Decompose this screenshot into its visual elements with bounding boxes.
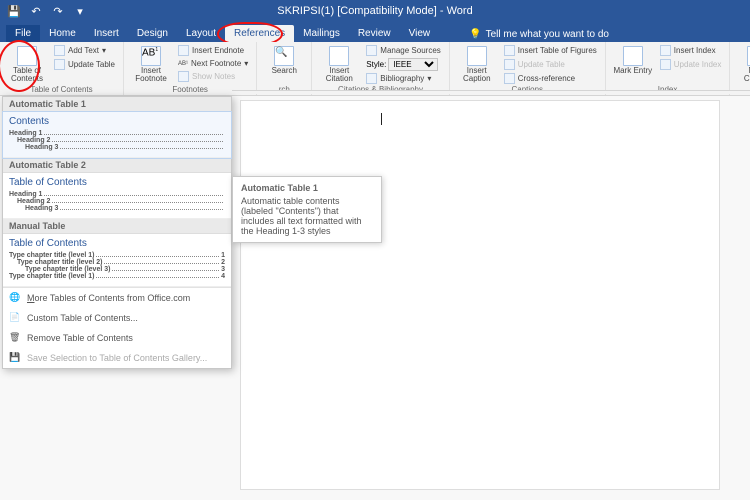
citation-style-select[interactable]: Style: IEEE <box>364 58 442 71</box>
save-icon: 💾 <box>9 352 21 364</box>
tab-mailings[interactable]: Mailings <box>294 25 349 42</box>
ribbon-tabs: File Home Insert Design Layout Reference… <box>0 22 750 42</box>
tab-design[interactable]: Design <box>128 25 177 42</box>
insert-caption-button[interactable]: Insert Caption <box>456 44 498 85</box>
insert-index-button[interactable]: Insert Index <box>658 44 724 57</box>
show-notes-button[interactable]: Show Notes <box>176 70 250 83</box>
cross-reference-button[interactable]: Cross-reference <box>502 72 599 85</box>
qat-customize-icon[interactable]: ▾ <box>72 3 88 19</box>
footnote-icon: AB1 <box>141 46 161 66</box>
document-page[interactable] <box>240 100 720 490</box>
caption-icon <box>467 46 487 66</box>
group-label-toc: Table of Contents <box>6 85 117 95</box>
tooltip: Automatic Table 1 Automatic table conten… <box>232 176 382 243</box>
globe-icon: 🌐 <box>9 292 21 304</box>
bulb-icon: 💡 <box>469 29 481 40</box>
figures-icon <box>504 45 515 56</box>
save-icon[interactable]: 💾 <box>6 3 22 19</box>
gallery-item-auto1[interactable]: Contents Heading 1 Heading 2 Heading 3 <box>3 112 231 158</box>
search-button[interactable]: 🔍 Search <box>263 44 305 75</box>
next-footnote-button[interactable]: AB¹ Next Footnote ▾ <box>176 58 250 69</box>
tab-file[interactable]: File <box>6 25 40 42</box>
manage-sources-button[interactable]: Manage Sources <box>364 44 442 57</box>
update-table-button[interactable]: Update Table <box>52 58 117 71</box>
cross-ref-icon <box>504 73 515 84</box>
bibliography-button[interactable]: Bibliography ▾ <box>364 72 442 85</box>
mark-entry-icon <box>623 46 643 66</box>
quick-access-toolbar: 💾 ↶ ↷ ▾ <box>0 3 94 19</box>
title-bar: 💾 ↶ ↷ ▾ SKRIPSI(1) [Compatibility Mode] … <box>0 0 750 22</box>
update-captions-button[interactable]: Update Table <box>502 58 599 71</box>
window-title: SKRIPSI(1) [Compatibility Mode] - Word <box>277 5 472 17</box>
mark-entry-button[interactable]: Mark Entry <box>612 44 654 75</box>
insert-citation-button[interactable]: Insert Citation <box>318 44 360 85</box>
biblio-icon <box>366 73 377 84</box>
add-text-button[interactable]: Add Text ▾ <box>52 44 117 57</box>
ribbon: Table of Contents Add Text ▾ Update Tabl… <box>0 42 750 96</box>
gallery-item-auto2[interactable]: Table of Contents Heading 1 Heading 2 He… <box>3 173 231 219</box>
preview-title: Table of Contents <box>9 238 225 249</box>
gallery-section-label: Automatic Table 2 <box>3 158 231 173</box>
search-icon: 🔍 <box>274 46 294 66</box>
toc-icon <box>17 46 37 66</box>
update-icon <box>504 59 515 70</box>
insert-footnote-button[interactable]: AB1 Insert Footnote <box>130 44 172 84</box>
text-cursor <box>381 113 382 125</box>
endnote-icon <box>178 45 189 56</box>
table-of-contents-button[interactable]: Table of Contents <box>6 44 48 84</box>
undo-icon[interactable]: ↶ <box>28 3 44 19</box>
gallery-section-label: Automatic Table 1 <box>3 97 231 112</box>
tab-references[interactable]: References <box>225 25 294 42</box>
tab-references-label: References <box>234 28 285 39</box>
gallery-menu: 🌐MMore Tables of Contents from Office.co… <box>3 287 231 368</box>
add-text-icon <box>54 45 65 56</box>
index-icon <box>660 45 671 56</box>
mark-citation-button[interactable]: Mark Citation <box>736 44 750 84</box>
gallery-section-label: Manual Table <box>3 219 231 234</box>
tell-me-label: Tell me what you want to do <box>486 29 609 40</box>
update-icon <box>54 59 65 70</box>
show-notes-icon <box>178 71 189 82</box>
remove-icon: 🗑 <box>9 332 21 344</box>
custom-icon: 📄 <box>9 312 21 324</box>
update-index-button[interactable]: Update Index <box>658 58 724 71</box>
update-icon <box>660 59 671 70</box>
insert-endnote-button[interactable]: Insert Endnote <box>176 44 250 57</box>
remove-toc-menu[interactable]: 🗑Remove Table of Contents <box>3 328 231 348</box>
tab-layout[interactable]: Layout <box>177 25 225 42</box>
custom-toc-menu[interactable]: 📄Custom Table of Contents... <box>3 308 231 328</box>
save-selection-menu: 💾Save Selection to Table of Contents Gal… <box>3 348 231 368</box>
tab-insert[interactable]: Insert <box>85 25 128 42</box>
tab-home[interactable]: Home <box>40 25 85 42</box>
citation-icon <box>329 46 349 66</box>
insert-table-of-figures-button[interactable]: Insert Table of Figures <box>502 44 599 57</box>
manage-icon <box>366 45 377 56</box>
preview-title: Contents <box>9 116 225 127</box>
tooltip-title: Automatic Table 1 <box>241 183 373 193</box>
tab-review[interactable]: Review <box>349 25 400 42</box>
tooltip-body: Automatic table contents (labeled "Conte… <box>241 196 373 236</box>
ruler <box>232 90 750 94</box>
more-toc-menu[interactable]: 🌐MMore Tables of Contents from Office.co… <box>3 288 231 308</box>
toc-gallery-dropdown: Automatic Table 1 Contents Heading 1 Hea… <box>2 96 232 369</box>
toc-button-label: Table of Contents <box>6 67 48 84</box>
redo-icon[interactable]: ↷ <box>50 3 66 19</box>
preview-title: Table of Contents <box>9 177 225 188</box>
tell-me[interactable]: 💡 Tell me what you want to do <box>469 29 609 42</box>
gallery-item-manual[interactable]: Table of Contents Type chapter title (le… <box>3 234 231 287</box>
tab-view[interactable]: View <box>400 25 440 42</box>
